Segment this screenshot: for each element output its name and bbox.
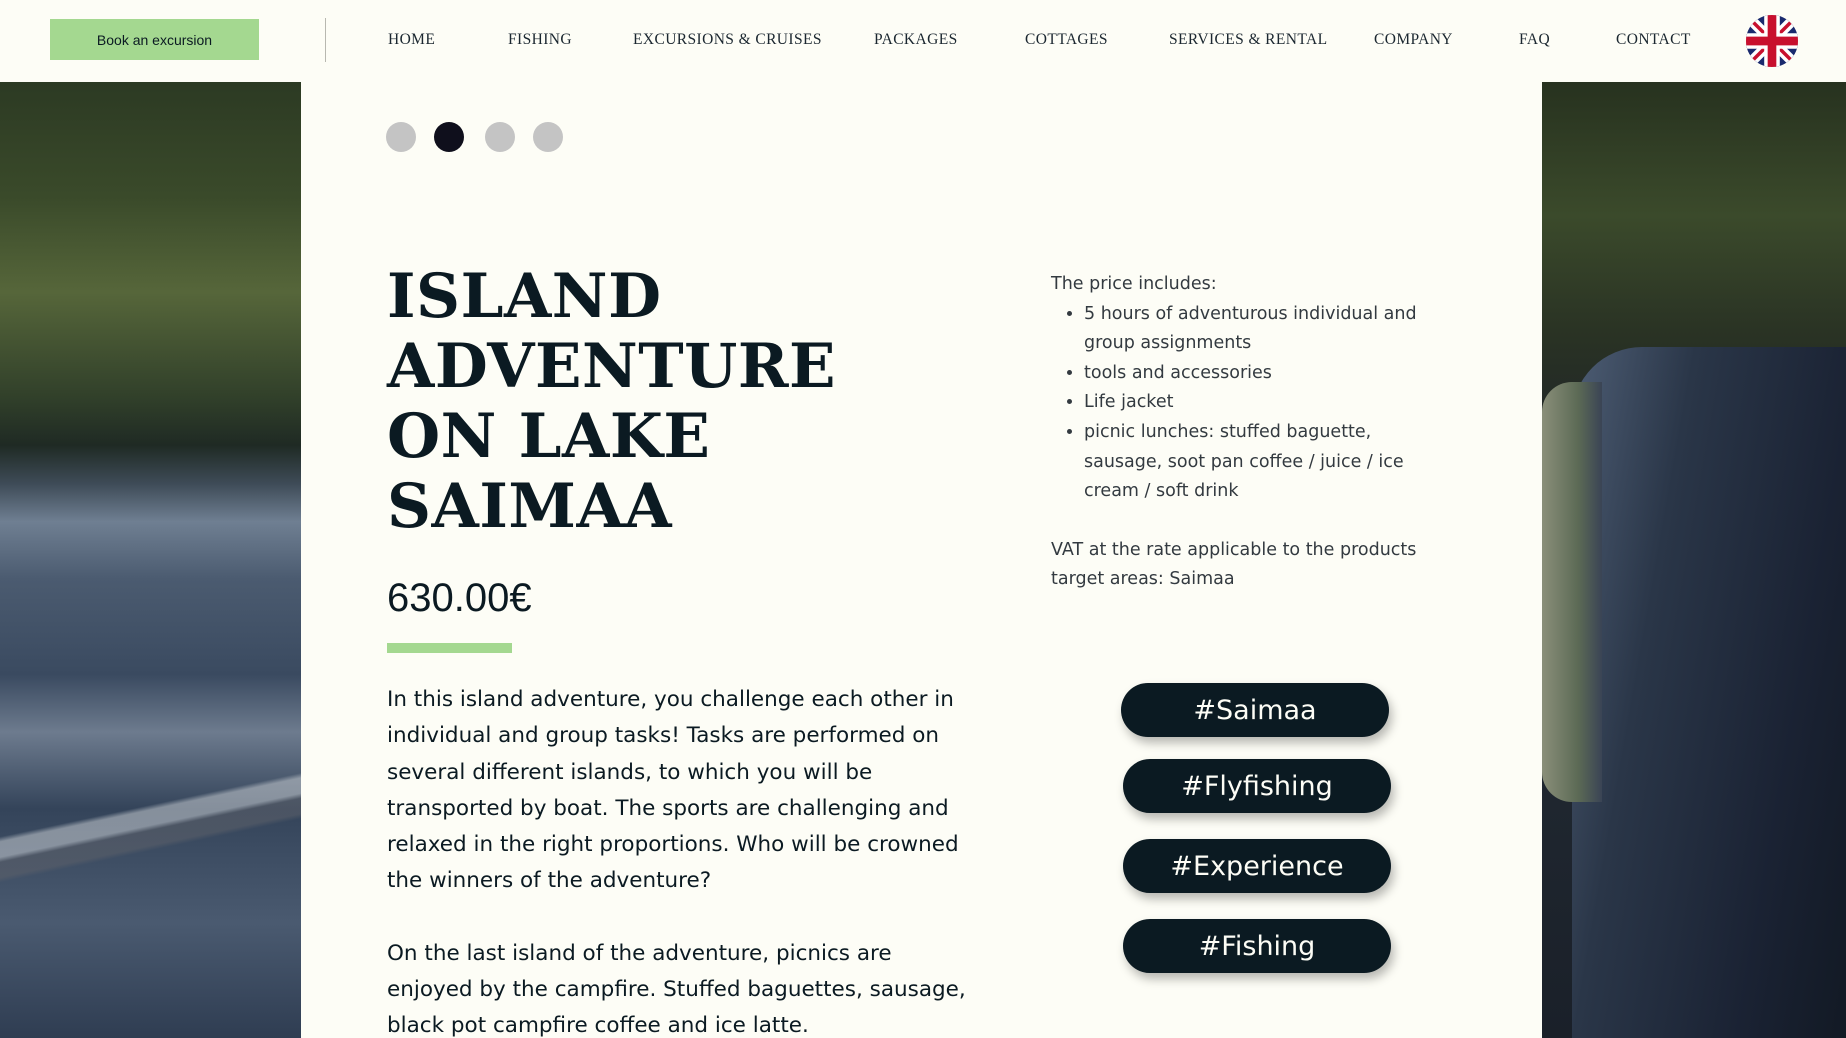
tag-saimaa[interactable]: #Saimaa bbox=[1121, 683, 1389, 737]
site-header: Book an excursion HOME FISHING EXCURSION… bbox=[0, 0, 1846, 82]
includes-item: tools and accessories bbox=[1084, 359, 1451, 389]
slider-dot-1[interactable] bbox=[386, 122, 416, 152]
includes-list: 5 hours of adventurous individual and gr… bbox=[1051, 300, 1451, 507]
target-areas: target areas: Saimaa bbox=[1051, 569, 1235, 590]
nav-home[interactable]: HOME bbox=[388, 31, 435, 51]
tag-fishing[interactable]: #Fishing bbox=[1123, 919, 1391, 973]
includes-item: Life jacket bbox=[1084, 388, 1451, 418]
includes-heading: The price includes: bbox=[1051, 274, 1217, 294]
nav-services-rental[interactable]: SERVICES & RENTAL bbox=[1169, 31, 1327, 51]
slider-dot-2-active[interactable] bbox=[434, 122, 464, 152]
nav-company[interactable]: COMPANY bbox=[1374, 31, 1453, 51]
nav-faq[interactable]: FAQ bbox=[1519, 31, 1550, 51]
includes-item: picnic lunches: stuffed baguette, sausag… bbox=[1084, 418, 1451, 507]
product-description: In this island adventure, you challenge … bbox=[387, 682, 967, 1038]
nav-excursions-cruises[interactable]: EXCURSIONS & CRUISES bbox=[633, 31, 822, 51]
vat-note: VAT at the rate applicable to the produc… bbox=[1051, 539, 1417, 560]
nav-fishing[interactable]: FISHING bbox=[508, 31, 572, 51]
background-photo-right bbox=[1542, 82, 1846, 1038]
header-divider bbox=[325, 18, 326, 62]
nav-contact[interactable]: CONTACT bbox=[1616, 31, 1691, 51]
description-paragraph-1: In this island adventure, you challenge … bbox=[387, 687, 959, 894]
tag-experience[interactable]: #Experience bbox=[1123, 839, 1391, 893]
boat-rim bbox=[1542, 382, 1602, 802]
book-excursion-button[interactable]: Book an excursion bbox=[50, 19, 259, 60]
uk-flag-icon[interactable] bbox=[1746, 15, 1798, 67]
includes-item: 5 hours of adventurous individual and gr… bbox=[1084, 300, 1451, 359]
slider-dot-3[interactable] bbox=[485, 122, 515, 152]
slider-dot-4[interactable] bbox=[533, 122, 563, 152]
product-price: 630.00€ bbox=[387, 576, 532, 620]
price-includes: The price includes: 5 hours of adventuro… bbox=[1051, 270, 1451, 595]
tag-flyfishing[interactable]: #Flyfishing bbox=[1123, 759, 1391, 813]
description-paragraph-2: On the last island of the adventure, pic… bbox=[387, 940, 966, 1038]
nav-packages[interactable]: PACKAGES bbox=[874, 31, 958, 51]
nav-cottages[interactable]: COTTAGES bbox=[1025, 31, 1108, 51]
product-title: ISLAND ADVENTURE ON LAKE SAIMAA bbox=[387, 261, 837, 542]
boat-shape bbox=[1572, 347, 1846, 1038]
product-card: ISLAND ADVENTURE ON LAKE SAIMAA 630.00€ … bbox=[301, 82, 1542, 1038]
background-photo-left bbox=[0, 82, 301, 1038]
price-underline bbox=[387, 643, 512, 653]
